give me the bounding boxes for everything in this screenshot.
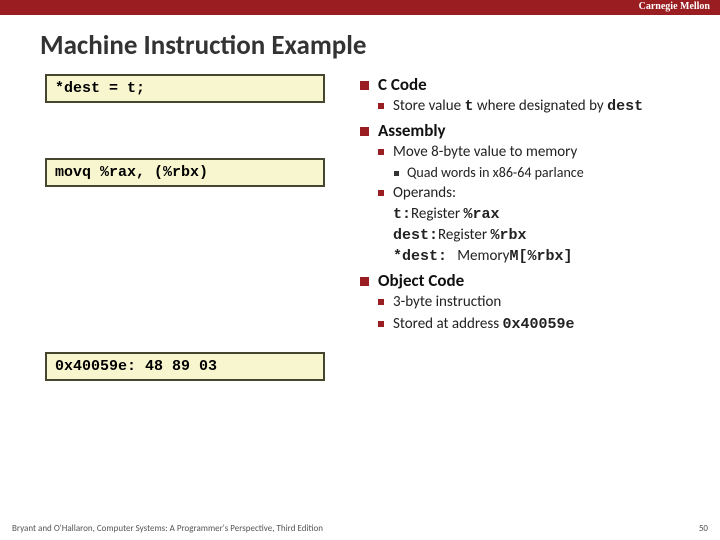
obj-bullet-2: Stored at address 0x40059e	[378, 314, 690, 335]
c-code-box: *dest = t;	[45, 74, 325, 103]
operand-row-dest: dest:Register %rbx	[393, 225, 690, 246]
operand-rows: t:Register %rax dest:Register %rbx *dest…	[393, 204, 690, 268]
section-c-code: C Code Store value t where designated by…	[360, 74, 690, 117]
right-column: C Code Store value t where designated by…	[360, 74, 690, 381]
left-column: *dest = t; movq %rax, (%rbx) 0x40059e: 4…	[45, 74, 360, 381]
top-bar: Carnegie Mellon	[0, 0, 720, 15]
slide-title: Machine Instruction Example	[40, 29, 720, 62]
section-title: C Code	[378, 74, 427, 95]
asm-subbullet-quad: Quad words in x86-64 parlance	[394, 164, 690, 183]
footer-credit: Bryant and O'Hallaron, Computer Systems:…	[12, 523, 323, 534]
operand-row-stardest: *dest: MemoryM[%rbx]	[393, 246, 690, 267]
asm-bullet-operands: Operands: t:Register %rax dest:Register …	[378, 183, 690, 267]
outline-list: C Code Store value t where designated by…	[360, 74, 690, 335]
content-area: *dest = t; movq %rax, (%rbx) 0x40059e: 4…	[0, 74, 720, 381]
section-title: Object Code	[378, 270, 464, 291]
footer: Bryant and O'Hallaron, Computer Systems:…	[12, 523, 708, 534]
c-bullet: Store value t where designated by dest	[378, 96, 690, 117]
assembly-code-box: movq %rax, (%rbx)	[45, 158, 325, 187]
section-assembly: Assembly Move 8-byte value to memory Qua…	[360, 120, 690, 267]
obj-bullet-1: 3-byte instruction	[378, 292, 690, 312]
object-code-box: 0x40059e: 48 89 03	[45, 352, 325, 381]
section-title: Assembly	[378, 120, 446, 141]
page-number: 50	[699, 523, 708, 534]
section-object-code: Object Code 3-byte instruction Stored at…	[360, 270, 690, 335]
asm-bullet-move: Move 8-byte value to memory Quad words i…	[378, 142, 690, 182]
operand-row-t: t:Register %rax	[393, 204, 690, 225]
university-label: Carnegie Mellon	[639, 1, 710, 12]
